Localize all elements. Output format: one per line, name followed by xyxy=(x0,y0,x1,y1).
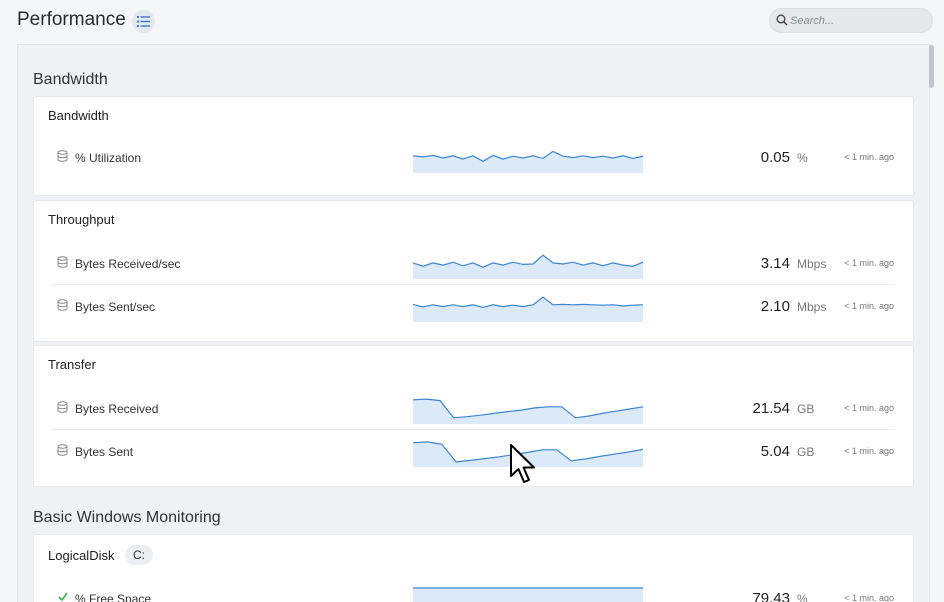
metric-timestamp: < 1 min. ago xyxy=(844,258,894,268)
list-view-button[interactable] xyxy=(132,10,155,33)
page-header: Performance xyxy=(0,0,944,44)
status-ok-icon xyxy=(58,592,68,602)
card-title: Bandwidth xyxy=(48,108,109,123)
metric-value: 79.43 xyxy=(752,590,790,602)
metric-row-utilization[interactable]: % Utilization 0.05 % < 1 min. ago xyxy=(52,136,895,178)
sparkline-area xyxy=(413,588,643,602)
sparkline-area xyxy=(413,151,643,173)
metric-timestamp: < 1 min. ago xyxy=(844,446,894,456)
metric-name: Bytes Received xyxy=(75,402,159,416)
metric-value: 5.04 xyxy=(760,443,790,460)
scrollbar[interactable] xyxy=(929,45,934,88)
metric-name: % Utilization xyxy=(75,151,142,165)
card-title: LogicalDisk xyxy=(48,548,115,563)
sparkline xyxy=(413,587,643,602)
metric-name: Bytes Sent xyxy=(75,445,134,459)
metric-name: Bytes Received/sec xyxy=(75,257,181,271)
metric-value: 0.05 xyxy=(760,149,790,166)
disk-chip[interactable]: C: xyxy=(125,545,153,565)
metric-timestamp: < 1 min. ago xyxy=(844,301,894,311)
section-title-basic-windows-monitoring: Basic Windows Monitoring xyxy=(33,509,221,526)
sparkline-area xyxy=(413,255,643,279)
metric-name: % Free Space xyxy=(75,592,152,602)
database-icon xyxy=(57,444,68,456)
metric-unit: GB xyxy=(797,445,815,459)
list-icon xyxy=(137,16,150,27)
database-icon xyxy=(57,299,68,311)
metric-value: 2.10 xyxy=(760,298,790,315)
database-icon xyxy=(57,401,68,413)
metric-unit: Mbps xyxy=(797,300,827,314)
metric-unit: % xyxy=(797,151,808,165)
metric-row-bytes-sent[interactable]: Bytes Sent 5.04 GB < 1 min. ago xyxy=(52,429,895,471)
metric-timestamp: < 1 min. ago xyxy=(844,403,894,413)
section-title-bandwidth: Bandwidth xyxy=(33,71,108,88)
metric-name: Bytes Sent/sec xyxy=(75,300,156,314)
card-title: Transfer xyxy=(48,357,96,372)
search-input[interactable] xyxy=(790,12,926,30)
search-box[interactable] xyxy=(769,8,933,33)
metric-unit: Mbps xyxy=(797,257,827,271)
card-transfer: Transfer Bytes Received 21.54 GB < 1 min… xyxy=(33,345,914,487)
sparkline xyxy=(413,150,643,173)
metric-value: 3.14 xyxy=(760,255,790,272)
mouse-cursor xyxy=(510,444,535,483)
search-icon xyxy=(776,14,788,26)
card-logicaldisk: LogicalDisk C: % Free Space 79.43 % < 1 … xyxy=(33,534,914,602)
metric-timestamp: < 1 min. ago xyxy=(844,152,894,162)
metric-row-free-space[interactable]: % Free Space 79.43 % < 1 min. ago xyxy=(52,577,895,602)
metric-value: 21.54 xyxy=(752,400,790,417)
sparkline-area xyxy=(413,297,643,322)
metric-row-bytes-received-sec[interactable]: Bytes Received/sec 3.14 Mbps < 1 min. ag… xyxy=(52,242,895,284)
card-title: Throughput xyxy=(48,212,115,227)
sparkline xyxy=(413,398,643,424)
sparkline-area xyxy=(413,399,643,424)
metric-unit: GB xyxy=(797,402,815,416)
database-icon xyxy=(57,150,68,162)
card-bandwidth: Bandwidth % Utilization 0.05 % < 1 min. … xyxy=(33,96,914,196)
database-icon xyxy=(57,256,68,268)
metric-timestamp: < 1 min. ago xyxy=(844,593,894,602)
metric-row-bytes-sent-sec[interactable]: Bytes Sent/sec 2.10 Mbps < 1 min. ago xyxy=(52,284,895,326)
card-throughput: Throughput Bytes Received/sec 3.14 Mbps … xyxy=(33,200,914,342)
metric-unit: % xyxy=(797,592,808,602)
page-title: Performance xyxy=(17,9,126,30)
metric-row-bytes-received[interactable]: Bytes Received 21.54 GB < 1 min. ago xyxy=(52,387,895,429)
sparkline xyxy=(413,296,643,322)
sparkline xyxy=(413,254,643,279)
